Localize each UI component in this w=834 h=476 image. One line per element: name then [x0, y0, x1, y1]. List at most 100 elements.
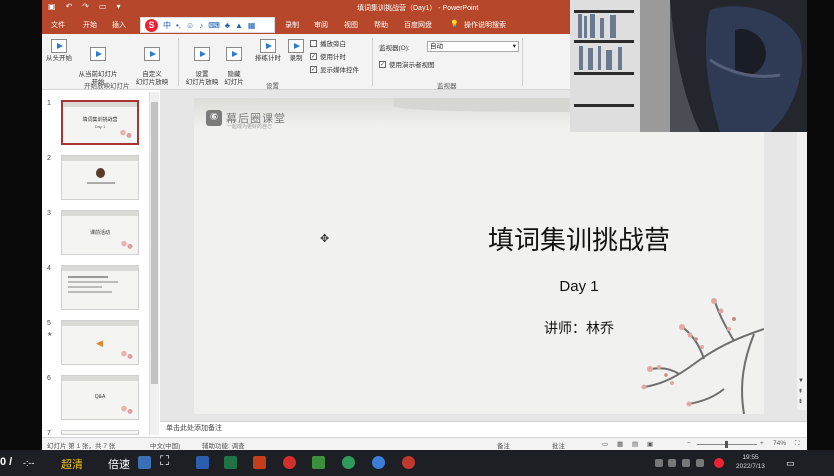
- tools-icon[interactable]: ▲: [235, 21, 243, 30]
- slide-thumbnail[interactable]: [61, 265, 139, 310]
- app-green-icon[interactable]: [312, 456, 325, 469]
- accessibility-indicator[interactable]: 辅助功能: 调查: [202, 440, 245, 450]
- notes-pane[interactable]: 单击此处添加备注: [160, 421, 807, 435]
- tray-icon[interactable]: [668, 459, 676, 467]
- network-icon[interactable]: [682, 459, 690, 467]
- thumbnail-wash: [62, 321, 138, 326]
- word-icon[interactable]: [196, 456, 209, 469]
- record-icon: [288, 39, 304, 53]
- slide-title[interactable]: 填词集训挑战营: [194, 220, 764, 257]
- tab-review[interactable]: 审阅: [314, 20, 328, 30]
- tray-icon[interactable]: [655, 459, 663, 467]
- tab-view[interactable]: 视图: [344, 20, 358, 30]
- present-icon[interactable]: ▭: [99, 2, 107, 11]
- punct-icon[interactable]: •,: [176, 21, 181, 30]
- slide-thumbnail[interactable]: 填词集训挑战营 Day 1: [61, 100, 139, 145]
- slide-thumbnail[interactable]: [61, 430, 139, 435]
- comments-toggle[interactable]: 批注: [552, 440, 565, 450]
- presenter-view-checkbox[interactable]: ✓ 使用演示者视图: [379, 59, 435, 69]
- show-media-controls-checkbox[interactable]: ✓ 显示媒体控件: [310, 64, 359, 74]
- slide-thumbnail[interactable]: [61, 155, 139, 200]
- editor-scrollbar[interactable]: ▲ ▼ ⇞ ⇟: [797, 90, 807, 410]
- fit-slide-icon[interactable]: ⛶: [795, 440, 800, 448]
- text-line: [68, 281, 118, 283]
- slide-canvas[interactable]: ⑥ 幕后圈课堂 一起成为更好的自己 填词集训挑战营 Day 1 讲师：林乔 ✥: [194, 98, 764, 414]
- reading-view-icon[interactable]: ▤: [632, 440, 638, 448]
- setup-slideshow-button[interactable]: 设置 幻灯片放映: [184, 39, 220, 87]
- zoom-slider-thumb[interactable]: [725, 441, 728, 448]
- thumbnail-number: 2: [47, 155, 51, 162]
- checkbox-box[interactable]: ✓: [310, 52, 317, 60]
- skin-icon[interactable]: ♣: [225, 21, 230, 30]
- undo-icon[interactable]: ↶: [66, 2, 73, 11]
- scroll-down-icon[interactable]: ▼: [798, 378, 804, 384]
- tab-help[interactable]: 帮助: [374, 20, 388, 30]
- custom-slideshow-button[interactable]: 自定义 幻灯片放映: [130, 39, 174, 87]
- zoom-out-icon[interactable]: −: [687, 440, 691, 447]
- thumbnail-number: 5: [47, 320, 51, 327]
- scrollbar-thumb[interactable]: [151, 102, 158, 384]
- normal-view-icon[interactable]: ▭: [602, 440, 608, 448]
- tab-record[interactable]: 录制: [285, 20, 299, 30]
- quality-button[interactable]: 超清: [61, 456, 83, 472]
- more-icon[interactable]: ▾: [117, 2, 121, 11]
- volume-icon[interactable]: [696, 459, 704, 467]
- ime-toolbar[interactable]: S 中 •, ☺ ♪ ⌨ ♣ ▲ ▦: [140, 17, 275, 33]
- app-icon[interactable]: [402, 456, 415, 469]
- keyboard-icon[interactable]: ⌨: [208, 21, 220, 30]
- thumbnail-wash: [63, 102, 137, 107]
- slide-sorter-icon[interactable]: ▦: [617, 440, 623, 448]
- mic-icon[interactable]: ♪: [199, 21, 203, 30]
- slide-thumbnail[interactable]: ◀: [61, 320, 139, 365]
- notes-toggle[interactable]: 备注: [497, 440, 510, 450]
- checkbox-box[interactable]: ✓: [310, 65, 317, 73]
- tab-file[interactable]: 文件: [51, 20, 65, 30]
- browser-icon[interactable]: [372, 456, 385, 469]
- checkbox-box[interactable]: [310, 39, 317, 47]
- thumbnail-title: Q&A: [94, 394, 106, 400]
- grid-icon[interactable]: ▦: [248, 21, 256, 30]
- tell-me-search[interactable]: 操作说明搜索: [464, 20, 506, 30]
- slideshow-view-icon[interactable]: ▣: [647, 440, 653, 448]
- tab-home[interactable]: 开始: [83, 20, 97, 30]
- excel-icon[interactable]: [224, 456, 237, 469]
- from-beginning-button[interactable]: 从头开始: [44, 39, 74, 63]
- thumbnail-scrollbar[interactable]: [149, 92, 159, 435]
- speed-button[interactable]: 倍速: [108, 456, 130, 472]
- chevron-down-icon: ▾: [512, 43, 516, 50]
- tab-baidu-netdisk[interactable]: 百度网盘: [404, 20, 432, 30]
- blossom-decoration: [115, 127, 135, 141]
- slide-thumbnail[interactable]: 课前活动: [61, 210, 139, 255]
- thumbnail-wash: [62, 266, 138, 271]
- checkbox-box[interactable]: ✓: [379, 60, 386, 68]
- slide-thumbnail[interactable]: Q&A: [61, 375, 139, 420]
- save-icon[interactable]: ▣: [48, 2, 56, 11]
- hide-slide-icon: [226, 47, 242, 61]
- powerpoint-icon[interactable]: [253, 456, 266, 469]
- redo-icon[interactable]: ↷: [82, 2, 89, 11]
- use-timings-checkbox[interactable]: ✓ 使用计时: [310, 51, 346, 61]
- fullscreen-icon[interactable]: ⛶: [160, 453, 169, 469]
- play-narrations-checkbox[interactable]: 播放旁白: [310, 38, 346, 48]
- record-button[interactable]: 录制: [285, 39, 307, 63]
- app-red-icon[interactable]: [283, 456, 296, 469]
- left-black-border: [0, 0, 42, 450]
- tab-insert[interactable]: 插入: [112, 20, 126, 30]
- hide-slide-button[interactable]: 隐藏 幻灯片: [221, 39, 247, 87]
- thumbnail-title: 填词集训挑战营: [82, 117, 118, 123]
- sogou-tray-icon[interactable]: [714, 458, 724, 468]
- sogou-logo-icon[interactable]: S: [145, 18, 158, 32]
- monitor-dropdown[interactable]: 自动 ▾: [427, 41, 519, 52]
- notification-icon[interactable]: ▭: [786, 458, 795, 469]
- zoom-in-icon[interactable]: +: [760, 440, 764, 447]
- clock[interactable]: 19:55 2022/7/13: [736, 453, 765, 471]
- previous-slide-icon[interactable]: ⇞: [798, 388, 803, 395]
- app-icon[interactable]: [138, 456, 151, 469]
- ime-mode[interactable]: 中: [163, 20, 171, 31]
- emoji-icon[interactable]: ☺: [186, 21, 194, 30]
- rehearse-timings-button[interactable]: 排练计时: [252, 39, 284, 63]
- zoom-level[interactable]: 74%: [773, 440, 786, 447]
- language-indicator[interactable]: 中文(中国): [150, 440, 180, 450]
- next-slide-icon[interactable]: ⇟: [798, 398, 803, 405]
- edge-icon[interactable]: [342, 456, 355, 469]
